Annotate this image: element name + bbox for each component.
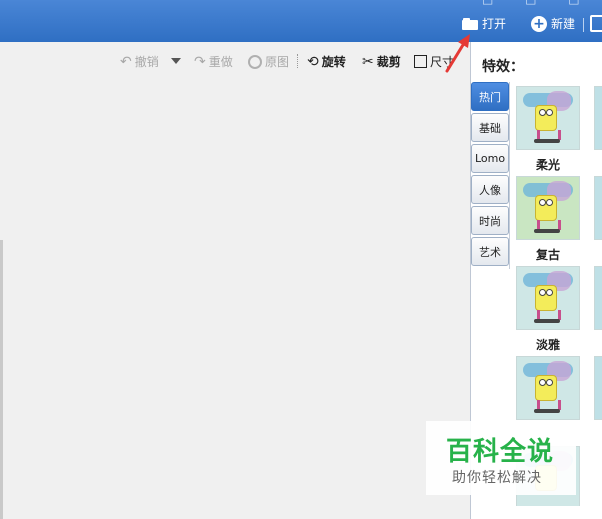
effect-thumbnail: [516, 86, 580, 150]
save-icon: [590, 15, 602, 32]
canvas-edge: [0, 240, 3, 519]
original-button[interactable]: 原图: [248, 53, 289, 70]
resize-icon: [414, 55, 427, 68]
save-button[interactable]: [590, 15, 602, 32]
new-label: 新建: [551, 17, 576, 31]
rotate-icon: ⟲: [307, 53, 319, 70]
tab-fashion[interactable]: 时尚: [471, 206, 509, 235]
effect-thumbnail-partial[interactable]: [594, 356, 602, 420]
redo-icon: ↷: [194, 53, 206, 70]
redo-button[interactable]: ↷ 重做: [194, 53, 233, 70]
top-partial-text: □ □ □: [482, 0, 594, 6]
watermark: 百科全说 助你轻松解决: [426, 421, 576, 495]
watermark-title: 百科全说: [446, 437, 555, 467]
effect-item-4[interactable]: [516, 356, 580, 420]
effect-item-soft-light[interactable]: 柔光: [516, 86, 580, 173]
image-canvas[interactable]: [0, 78, 470, 519]
effect-item-retro[interactable]: 复古: [516, 176, 580, 263]
open-label: 打开: [482, 17, 507, 31]
redo-label: 重做: [208, 55, 233, 69]
effect-thumbnail-partial[interactable]: [594, 266, 602, 330]
undo-icon: ↶: [120, 53, 132, 70]
watermark-subtitle: 助你轻松解决: [452, 470, 542, 486]
effect-thumbnail-partial[interactable]: [594, 86, 602, 150]
new-button[interactable]: + 新建: [531, 15, 575, 32]
original-icon: [248, 54, 262, 69]
toolbar-divider: [297, 54, 298, 68]
undo-dropdown-icon[interactable]: [171, 58, 181, 64]
effect-label: 淡雅: [535, 338, 560, 352]
rotate-button[interactable]: ⟲ 旋转: [307, 53, 346, 70]
crop-label: 裁剪: [376, 55, 401, 69]
tab-lomo[interactable]: Lomo: [471, 144, 509, 173]
effect-item-elegant[interactable]: 淡雅: [516, 266, 580, 353]
red-arrow-icon: [445, 34, 470, 73]
effect-thumbnail: [516, 356, 580, 420]
tab-divider: [509, 82, 510, 269]
tab-art[interactable]: 艺术: [471, 237, 509, 266]
effect-label: 复古: [535, 248, 560, 262]
rotate-label: 旋转: [321, 55, 346, 69]
tab-portrait[interactable]: 人像: [471, 175, 509, 204]
top-toolbar: □ □ □ 打开 + 新建: [0, 0, 602, 42]
effects-panel-title: 特效：: [482, 59, 524, 75]
scissors-icon: ✂: [362, 53, 374, 70]
tab-basic[interactable]: 基础: [471, 113, 509, 142]
crop-button[interactable]: ✂ 裁剪: [362, 53, 401, 70]
undo-label: 撤销: [134, 55, 159, 69]
toolbar-separator: [583, 18, 584, 32]
undo-button[interactable]: ↶ 撤销: [120, 53, 159, 70]
plus-icon: +: [531, 15, 547, 32]
original-label: 原图: [265, 55, 290, 69]
tab-hot[interactable]: 热门: [471, 82, 509, 111]
folder-icon: [462, 17, 478, 30]
effect-label: 柔光: [535, 158, 560, 172]
effect-thumbnail: [516, 266, 580, 330]
effect-thumbnail: [516, 176, 580, 240]
open-button[interactable]: 打开: [462, 15, 506, 32]
effect-thumbnail-partial[interactable]: [594, 176, 602, 240]
